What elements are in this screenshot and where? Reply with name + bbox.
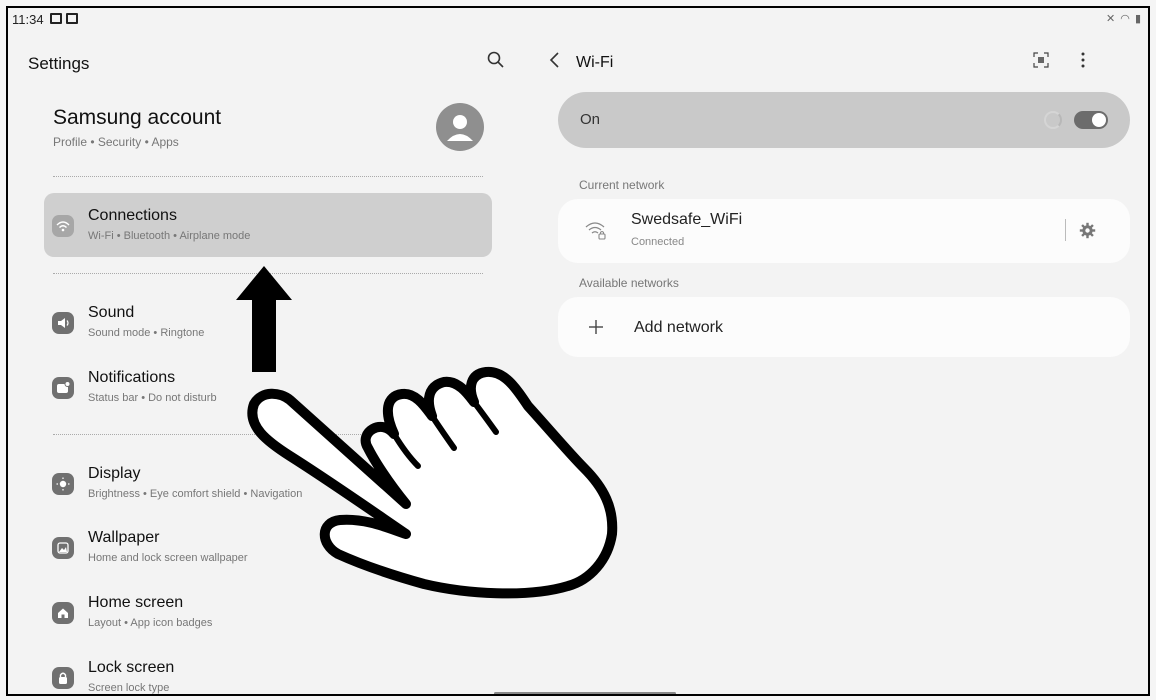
divider bbox=[53, 176, 483, 177]
item-title: Notifications bbox=[88, 369, 176, 386]
current-network-label: Current network bbox=[579, 178, 665, 192]
speaker-icon bbox=[52, 312, 74, 334]
screen-frame: 11:34 ✕ ◠ ▮ Settings Samsung account Pro… bbox=[6, 6, 1150, 696]
item-subtitle: Wi-Fi • Bluetooth • Airplane mode bbox=[88, 230, 251, 242]
available-networks-label: Available networks bbox=[579, 276, 679, 290]
wifi-icon bbox=[52, 215, 74, 237]
more-options-icon[interactable] bbox=[1078, 50, 1088, 70]
wifi-toggle-label: On bbox=[580, 111, 601, 128]
wifi-lock-icon bbox=[585, 222, 606, 240]
settings-item-wallpaper[interactable]: Wallpaper Home and lock screen wallpaper bbox=[44, 515, 492, 579]
plus-icon bbox=[589, 320, 603, 334]
settings-item-lock-screen[interactable]: Lock screen Screen lock type bbox=[44, 645, 492, 694]
status-bar: 11:34 ✕ ◠ ▮ bbox=[8, 8, 1148, 30]
item-subtitle: Layout • App icon badges bbox=[88, 617, 213, 629]
wifi-toggle-switch[interactable] bbox=[1074, 111, 1108, 129]
item-title: Sound bbox=[88, 304, 135, 321]
avatar[interactable] bbox=[436, 103, 484, 151]
settings-item-home-screen[interactable]: Home screen Layout • App icon badges bbox=[44, 580, 492, 644]
item-title: Home screen bbox=[88, 594, 184, 611]
item-subtitle: Status bar • Do not disturb bbox=[88, 392, 217, 404]
samsung-account-item[interactable]: Samsung account Profile • Security • App… bbox=[53, 106, 221, 149]
wallpaper-icon bbox=[52, 537, 74, 559]
item-title: Lock screen bbox=[88, 659, 175, 676]
current-network-item[interactable]: Swedsafe_WiFi Connected bbox=[558, 199, 1130, 263]
divider bbox=[53, 434, 483, 435]
search-icon[interactable] bbox=[486, 50, 506, 70]
add-network-item[interactable]: Add network bbox=[558, 297, 1130, 357]
home-icon bbox=[52, 602, 74, 624]
app-notification-icon bbox=[66, 13, 78, 24]
item-title: Connections bbox=[88, 207, 177, 224]
item-subtitle: Screen lock type bbox=[88, 682, 170, 694]
home-indicator[interactable] bbox=[494, 692, 676, 694]
person-icon bbox=[447, 115, 473, 141]
settings-panel: Settings Samsung account Profile • Secur… bbox=[8, 30, 528, 694]
back-arrow-icon[interactable] bbox=[548, 50, 562, 70]
qr-scan-icon[interactable] bbox=[1033, 52, 1049, 68]
divider bbox=[1065, 219, 1066, 241]
network-status: Connected bbox=[631, 236, 685, 248]
account-title: Samsung account bbox=[53, 106, 222, 129]
network-name: Swedsafe_WiFi bbox=[631, 211, 743, 228]
gear-icon[interactable] bbox=[1079, 222, 1096, 239]
brightness-icon bbox=[52, 473, 74, 495]
gallery-notification-icon bbox=[50, 13, 62, 24]
notification-icon bbox=[52, 377, 74, 399]
lock-icon bbox=[52, 667, 74, 689]
loading-spinner-icon bbox=[1044, 111, 1062, 129]
item-subtitle: Home and lock screen wallpaper bbox=[88, 552, 248, 564]
settings-item-notifications[interactable]: Notifications Status bar • Do not distur… bbox=[44, 355, 492, 419]
status-time: 11:34 bbox=[12, 12, 44, 27]
wifi-title: Wi-Fi bbox=[576, 54, 614, 71]
item-title: Wallpaper bbox=[88, 529, 160, 546]
wifi-panel: Wi-Fi On Current network Swedsafe_WiFi C… bbox=[528, 30, 1148, 694]
divider bbox=[53, 273, 483, 274]
settings-title: Settings bbox=[28, 54, 90, 73]
item-subtitle: Brightness • Eye comfort shield • Naviga… bbox=[88, 488, 303, 500]
account-subtitle: Profile • Security • Apps bbox=[53, 135, 179, 149]
item-title: Display bbox=[88, 465, 141, 482]
add-network-label: Add network bbox=[634, 319, 723, 336]
settings-item-connections[interactable]: Connections Wi-Fi • Bluetooth • Airplane… bbox=[44, 193, 492, 257]
item-subtitle: Sound mode • Ringtone bbox=[88, 327, 205, 339]
system-status-icons: ✕ ◠ ▮ bbox=[1106, 13, 1142, 25]
settings-item-display[interactable]: Display Brightness • Eye comfort shield … bbox=[44, 451, 492, 515]
wifi-toggle-card[interactable]: On bbox=[558, 92, 1130, 148]
settings-item-sound[interactable]: Sound Sound mode • Ringtone bbox=[44, 290, 492, 354]
